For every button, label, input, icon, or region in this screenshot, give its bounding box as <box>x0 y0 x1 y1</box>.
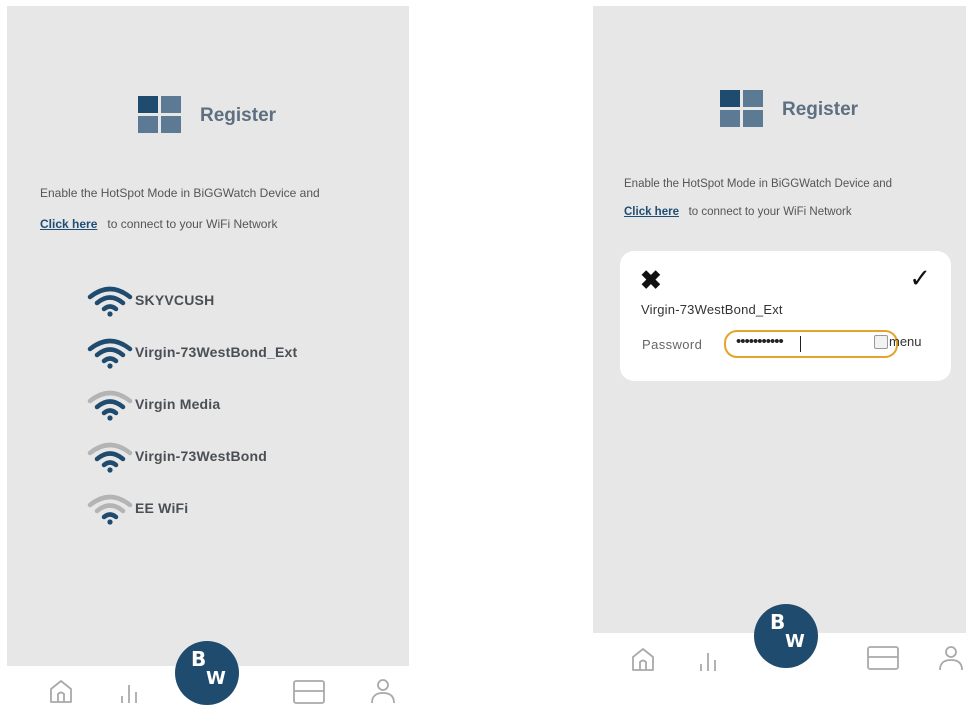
wifi-ssid: Virgin-73WestBond <box>135 448 268 464</box>
intro-line-1: Enable the HotSpot Mode in BiGGWatch Dev… <box>624 178 893 190</box>
card-icon[interactable] <box>866 644 900 672</box>
fab-letter-w: W <box>206 668 226 689</box>
home-icon[interactable] <box>47 677 75 705</box>
wifi-strong-icon <box>87 338 133 369</box>
center-logo-button[interactable]: B W <box>175 641 239 705</box>
card-icon[interactable] <box>292 678 326 706</box>
app-logo: Register <box>720 90 858 130</box>
intro-line-2-text: to connect to your WiFi Network <box>107 217 278 231</box>
wifi-medium-icon <box>87 442 133 473</box>
wifi-ssid: EE WiFi <box>135 500 189 516</box>
click-here-link[interactable]: Click here <box>40 217 97 231</box>
wifi-network-list: SKYVCUSH Virgin-73WestBond_Ext Virgin Me… <box>87 274 297 534</box>
wifi-weak-icon <box>87 494 133 525</box>
logo-mark-icon <box>138 96 184 136</box>
stats-icon[interactable] <box>115 677 143 705</box>
wifi-ssid: SKYVCUSH <box>135 292 215 308</box>
intro-line-1: Enable the HotSpot Mode in BiGGWatch Dev… <box>40 186 320 200</box>
wifi-ssid: Virgin Media <box>135 396 221 412</box>
click-here-link[interactable]: Click here <box>624 206 679 218</box>
wifi-strong-icon <box>87 286 133 317</box>
profile-icon[interactable] <box>937 643 965 671</box>
home-icon[interactable] <box>629 645 657 673</box>
text-caret <box>800 336 801 352</box>
fab-letter-w: W <box>785 631 805 652</box>
broken-image-icon <box>874 334 888 349</box>
intro-line-2: Click here to connect to your WiFi Netwo… <box>40 217 277 231</box>
stats-icon[interactable] <box>694 645 722 673</box>
password-value: ••••••••••• <box>736 333 784 350</box>
password-screen: Register Enable the HotSpot Mode in BiGG… <box>593 6 966 633</box>
password-label: Password <box>642 337 703 352</box>
wifi-list-screen: Register Enable the HotSpot Mode in BiGG… <box>7 6 409 666</box>
wifi-network-item[interactable]: EE WiFi <box>87 482 297 534</box>
logo-mark-icon <box>720 90 766 130</box>
wifi-network-item[interactable]: Virgin-73WestBond <box>87 430 297 482</box>
password-input[interactable]: ••••••••••• <box>724 330 898 358</box>
menu-broken-image[interactable]: menu <box>874 334 922 349</box>
center-logo-button[interactable]: B W <box>754 604 818 668</box>
intro-line-2-text: to connect to your WiFi Network <box>688 206 852 218</box>
wifi-network-item[interactable]: SKYVCUSH <box>87 274 297 326</box>
check-icon[interactable]: ✓ <box>909 263 931 294</box>
wifi-medium-icon <box>87 390 133 421</box>
fab-letter-b: B <box>191 647 207 671</box>
wifi-ssid: Virgin-73WestBond_Ext <box>135 344 298 360</box>
wifi-network-item[interactable]: Virgin-73WestBond_Ext <box>87 326 297 378</box>
intro-line-2: Click here to connect to your WiFi Netwo… <box>624 206 852 218</box>
page-title: Register <box>200 105 277 126</box>
app-logo: Register <box>138 96 276 136</box>
wifi-network-item[interactable]: Virgin Media <box>87 378 297 430</box>
menu-alt-text: menu <box>889 334 922 349</box>
page-title: Register <box>782 99 859 120</box>
fab-letter-b: B <box>770 610 786 634</box>
close-icon[interactable]: ✖ <box>640 265 662 296</box>
profile-icon[interactable] <box>369 676 397 704</box>
selected-ssid: Virgin-73WestBond_Ext <box>641 302 783 317</box>
password-dialog: ✖ ✓ Virgin-73WestBond_Ext Password •••••… <box>620 251 951 381</box>
